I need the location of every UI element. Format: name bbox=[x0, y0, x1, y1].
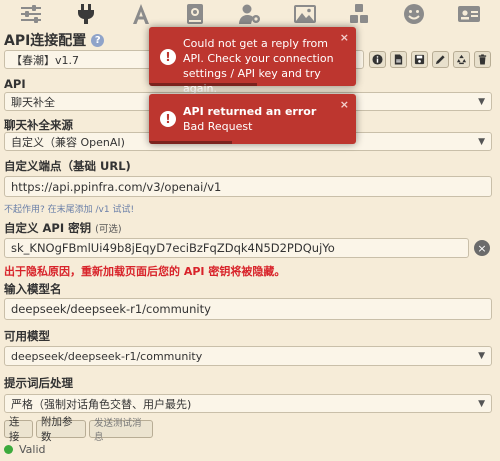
endpoint-url-value: https://api.ppinfra.com/v3/openai/v1 bbox=[11, 179, 222, 194]
endpoint-label: 自定义端点（基础 URL) bbox=[4, 159, 131, 173]
api-key-label: 自定义 API 密钥 (可选) bbox=[4, 220, 122, 236]
alert-icon: ! bbox=[160, 48, 176, 65]
api-label: API bbox=[4, 77, 26, 91]
chevron-down-icon: ▼ bbox=[478, 96, 485, 107]
cubes-icon[interactable] bbox=[346, 2, 372, 26]
close-icon[interactable]: × bbox=[340, 31, 349, 44]
connection-status: Valid bbox=[4, 443, 46, 456]
error-toast-no-reply[interactable]: ! Could not get a reply from API. Check … bbox=[149, 27, 356, 95]
connection-profile-value: 【春潮】v1.7 bbox=[11, 53, 80, 67]
top-nav-bar bbox=[0, 0, 500, 28]
font-icon[interactable] bbox=[128, 2, 154, 26]
available-models-select[interactable]: deepseek/deepseek-r1/community ▼ bbox=[4, 346, 492, 366]
api-key-privacy-warning: 出于隐私原因，重新加载页面后您的 API 密钥将被隐藏。 bbox=[4, 265, 286, 278]
close-icon[interactable]: × bbox=[340, 98, 349, 111]
sliders-icon[interactable] bbox=[18, 2, 44, 26]
completion-source-label: 聊天补全来源 bbox=[4, 118, 73, 132]
error-toast-bad-request[interactable]: ! API returned an error Bad Request × bbox=[149, 94, 356, 144]
endpoint-url-input[interactable]: https://api.ppinfra.com/v3/openai/v1 bbox=[4, 176, 492, 197]
toast-message: Bad Request bbox=[183, 120, 253, 133]
extra-params-button[interactable]: 附加参数 bbox=[36, 416, 86, 443]
send-test-button[interactable]: 发送测试消息 bbox=[89, 418, 153, 443]
api-key-input[interactable]: sk_KNOgFBmlUi49b8jEqyD7eciBzFqZDqk4N5D2P… bbox=[4, 238, 469, 258]
postprocess-select[interactable]: 严格（强制对话角色交替、用户最先) ▼ bbox=[4, 394, 492, 413]
file-icon[interactable] bbox=[390, 51, 407, 68]
page-title: API连接配置 bbox=[4, 33, 87, 49]
postprocess-label: 提示词后处理 bbox=[4, 376, 73, 390]
completion-source-value: 自定义（兼容 OpenAI) bbox=[11, 135, 125, 149]
toast-progress-bar bbox=[149, 141, 232, 144]
available-models-value: deepseek/deepseek-r1/community bbox=[11, 349, 203, 363]
chevron-down-icon: ▼ bbox=[478, 351, 485, 361]
status-text: Valid bbox=[19, 443, 46, 456]
save-icon[interactable] bbox=[411, 51, 428, 68]
api-key-optional-note: (可选) bbox=[95, 224, 122, 235]
status-dot-icon bbox=[4, 445, 13, 454]
connect-button[interactable]: 连接 bbox=[4, 416, 33, 443]
user-gear-icon[interactable] bbox=[237, 2, 263, 26]
trash-icon[interactable] bbox=[474, 51, 491, 68]
help-icon[interactable]: ? bbox=[91, 33, 105, 47]
endpoint-hint: 不起作用? 在末尾添加 /v1 试试! bbox=[4, 205, 135, 215]
toast-message: Could not get a reply from API. Check yo… bbox=[183, 37, 334, 95]
chevron-down-icon: ▼ bbox=[478, 136, 485, 147]
alert-icon: ! bbox=[160, 111, 176, 127]
chevron-down-icon: ▼ bbox=[478, 398, 485, 409]
toast-text: API returned an error Bad Request bbox=[183, 104, 342, 134]
toast-title: API returned an error bbox=[183, 105, 317, 118]
recycle-icon[interactable] bbox=[453, 51, 470, 68]
id-card-icon[interactable] bbox=[456, 2, 482, 26]
model-input-label: 输入模型名 bbox=[4, 282, 62, 296]
api-type-value: 聊天补全 bbox=[11, 95, 55, 109]
image-icon[interactable] bbox=[292, 2, 318, 26]
toast-progress-bar bbox=[149, 83, 257, 86]
plug-icon[interactable] bbox=[73, 2, 99, 26]
book-icon[interactable] bbox=[182, 2, 208, 26]
pencil-icon[interactable] bbox=[432, 51, 449, 68]
model-name-input[interactable]: deepseek/deepseek-r1/community bbox=[4, 298, 492, 320]
section-header: API连接配置 ? bbox=[4, 30, 105, 50]
available-models-label: 可用模型 bbox=[4, 329, 50, 343]
info-icon[interactable] bbox=[369, 51, 386, 68]
api-key-value: sk_KNOgFBmlUi49b8jEqyD7eciBzFqZDqk4N5D2P… bbox=[11, 241, 335, 255]
postprocess-value: 严格（强制对话角色交替、用户最先) bbox=[11, 397, 192, 411]
api-key-label-text: 自定义 API 密钥 bbox=[4, 221, 92, 235]
clear-key-icon[interactable]: × bbox=[474, 240, 490, 256]
model-name-value: deepseek/deepseek-r1/community bbox=[11, 302, 211, 316]
smiley-icon[interactable] bbox=[401, 2, 427, 26]
